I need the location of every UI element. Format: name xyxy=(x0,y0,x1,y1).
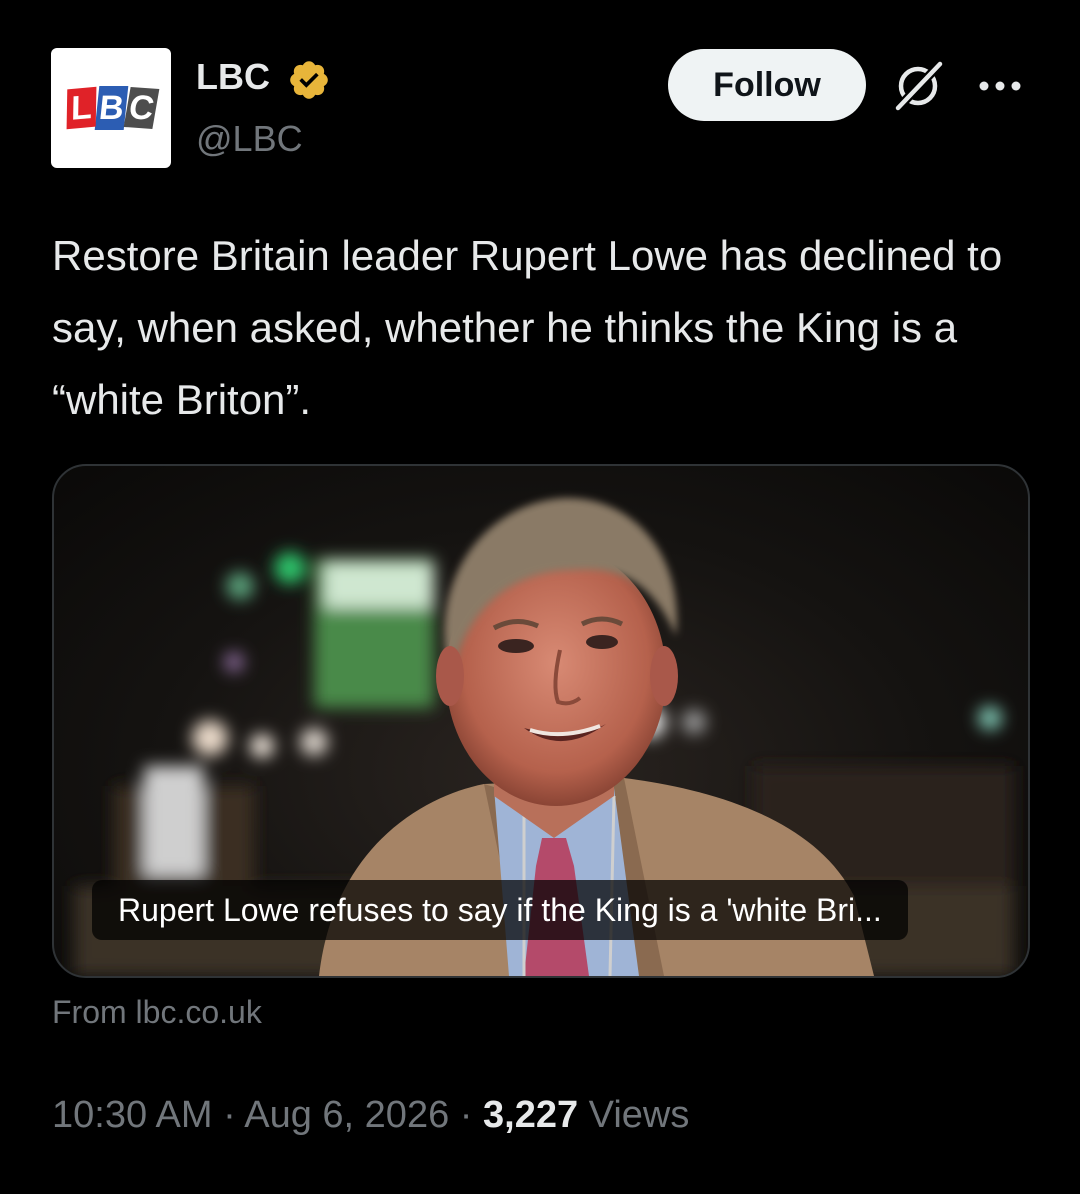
follow-button[interactable]: Follow xyxy=(668,49,866,121)
tweet-meta: 10:30 AM · Aug 6, 2026 · 3,227 Views xyxy=(52,1094,689,1137)
logo-letter-b: B xyxy=(94,86,128,130)
meta-separator: · xyxy=(459,1094,473,1136)
tweet-time[interactable]: 10:30 AM xyxy=(52,1094,213,1136)
account-handle[interactable]: @LBC xyxy=(196,118,303,160)
link-card[interactable]: Rupert Lowe refuses to say if the King i… xyxy=(52,464,1030,978)
account-avatar[interactable]: L B C xyxy=(51,48,171,168)
account-name[interactable]: LBC xyxy=(196,56,270,98)
grok-icon[interactable] xyxy=(890,58,946,114)
lbc-logo: L B C xyxy=(64,86,159,130)
verified-badge-icon xyxy=(290,61,328,99)
views-label: Views xyxy=(588,1094,690,1136)
link-source[interactable]: From lbc.co.uk xyxy=(52,994,262,1031)
tweet-date[interactable]: Aug 6, 2026 xyxy=(244,1094,449,1136)
logo-letter-l: L xyxy=(66,86,96,130)
views-count: 3,227 xyxy=(483,1094,579,1136)
meta-separator: · xyxy=(223,1094,236,1136)
more-options-icon[interactable] xyxy=(974,66,1026,106)
link-card-caption: Rupert Lowe refuses to say if the King i… xyxy=(92,880,908,940)
logo-letter-c: C xyxy=(123,87,159,129)
tweet-text: Restore Britain leader Rupert Lowe has d… xyxy=(52,232,1003,423)
